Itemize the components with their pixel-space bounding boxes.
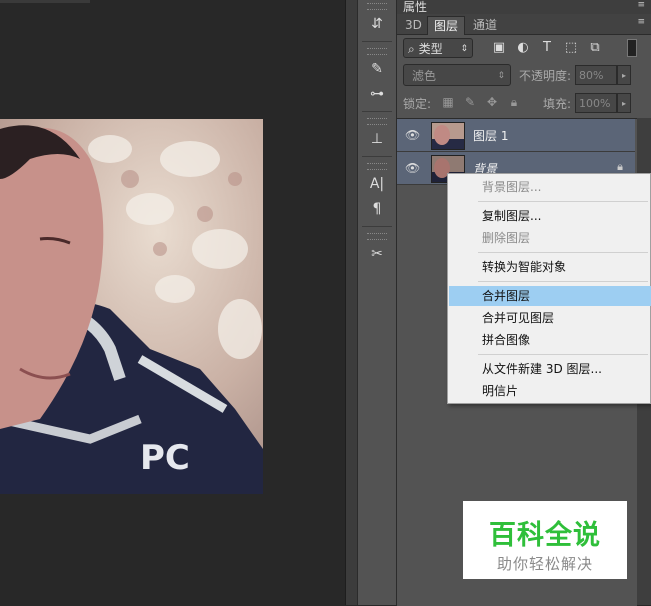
tab-channels[interactable]: 通道 (467, 16, 503, 34)
lock-position-icon[interactable]: ✥ (485, 95, 499, 109)
fill-dropdown-button[interactable]: ▸ (617, 93, 631, 113)
strip-separator (362, 111, 392, 112)
layers-panel-menu-icon[interactable]: ≡ (637, 17, 645, 27)
menu-item-delete-layer[interactable]: 删除图层 (449, 228, 651, 248)
menu-item-background-layer[interactable]: 背景图层... (449, 177, 651, 197)
properties-panel-header[interactable]: 属性 ≡ (397, 0, 651, 14)
fill-label: 填充: (543, 97, 572, 111)
brush-presets-icon[interactable]: ✎ (364, 58, 390, 80)
layers-tabbar: 3D 图层 通道 ≡ (397, 14, 651, 35)
menu-item-merge-layers[interactable]: 合并图层 (449, 286, 651, 306)
lock-icon: 🔒︎ (617, 160, 623, 173)
watermark-title: 百科全说 (489, 520, 601, 551)
svg-text:PC: PC (140, 438, 190, 478)
menu-item-merge-visible[interactable]: 合并可见图层 (449, 308, 651, 328)
panel-menu-icon[interactable]: ≡ (637, 0, 645, 10)
pixel-filter-icon[interactable]: ▣ (491, 40, 507, 56)
strip-grip[interactable] (367, 3, 387, 10)
strip-grip[interactable] (367, 48, 387, 55)
clone-source-icon[interactable]: ⊥ (364, 128, 390, 150)
watermark-logo: 百科全说 助你轻松解决 (463, 501, 627, 579)
strip-separator (362, 156, 392, 157)
paragraph-icon[interactable]: ¶ (364, 198, 390, 220)
menu-separator (478, 201, 648, 202)
menu-item-postcard[interactable]: 明信片 (449, 381, 651, 401)
document-tab-strip (0, 0, 90, 3)
tab-3d[interactable]: 3D (399, 16, 428, 34)
menu-item-duplicate-layer[interactable]: 复制图层... (449, 206, 651, 226)
menu-separator (478, 354, 648, 355)
strip-grip[interactable] (367, 118, 387, 125)
watermark-subtitle: 助你轻松解决 (496, 555, 593, 573)
history-icon[interactable]: ⇵ (364, 13, 390, 35)
lock-all-icon[interactable]: 🔒︎ (507, 95, 521, 109)
layer-context-menu: 背景图层... 复制图层... 删除图层 转换为智能对象 合并图层 合并可见图层… (447, 173, 651, 404)
strip-separator (362, 41, 392, 42)
opacity-dropdown-button[interactable]: ▸ (617, 65, 631, 85)
menu-item-convert-smart-object[interactable]: 转换为智能对象 (449, 257, 651, 277)
tool-presets-icon[interactable]: ✂ (364, 243, 390, 265)
layer-thumbnail (431, 122, 465, 150)
layer-filter-row: ⌕ 类型 ⇕ ▣ ◐ T ⬚ ⧉ (403, 38, 643, 58)
lock-image-icon[interactable]: ✎ (463, 95, 477, 109)
blend-mode-value: 滤色 (412, 69, 437, 83)
tab-layers[interactable]: 图层 (427, 16, 466, 35)
blend-row: 滤色 ⇕ 不透明度: 80% ▸ (403, 64, 643, 86)
document-canvas[interactable]: PC (0, 0, 345, 605)
strip-separator (362, 226, 392, 227)
tab-properties[interactable]: 属性 (403, 0, 427, 15)
shape-filter-icon[interactable]: ⬚ (563, 40, 579, 56)
adjustments-icon[interactable]: ⊶ (364, 83, 390, 105)
opacity-field[interactable]: 80% (575, 65, 617, 85)
kind-filter-value: 类型 (418, 42, 443, 56)
stepper-icon: ⇕ (497, 71, 505, 81)
smart-object-filter-icon[interactable]: ⧉ (587, 40, 603, 56)
menu-item-flatten-image[interactable]: 拼合图像 (449, 330, 651, 350)
layer-thumbnail-image (432, 123, 464, 149)
visibility-eye-icon[interactable]: 👁︎ (405, 128, 421, 142)
character-icon[interactable]: A| (364, 173, 390, 195)
lock-row: 锁定: ▦ ✎ ✥ 🔒︎ 填充: 100% ▸ (403, 92, 643, 114)
adjustment-filter-icon[interactable]: ◐ (515, 40, 531, 56)
menu-item-new-3d-layer[interactable]: 从文件新建 3D 图层... (449, 359, 651, 379)
type-filter-icon[interactable]: T (539, 40, 555, 56)
panel-icon-strip: ⇵ ✎ ⊶ ⊥ A| ¶ ✂ (357, 0, 397, 605)
menu-separator (478, 252, 648, 253)
fill-field[interactable]: 100% (575, 93, 617, 113)
stepper-icon: ⇕ (460, 44, 468, 54)
layer-name: 图层 1 (473, 129, 509, 143)
layer-row[interactable]: 👁︎ 图层 1 (397, 119, 635, 152)
search-icon: ⌕ (408, 42, 415, 56)
menu-separator (478, 281, 648, 282)
lock-transparent-icon[interactable]: ▦ (441, 95, 455, 109)
strip-grip[interactable] (367, 233, 387, 240)
photo-illustration: PC (0, 119, 263, 494)
strip-grip[interactable] (367, 163, 387, 170)
filter-toggle[interactable] (627, 39, 637, 57)
blend-mode-select[interactable]: 滤色 ⇕ (403, 64, 511, 86)
photo-image[interactable]: PC (0, 119, 263, 494)
opacity-label: 不透明度: (519, 69, 572, 83)
kind-filter-select[interactable]: ⌕ 类型 ⇕ (403, 38, 473, 58)
visibility-eye-icon[interactable]: 👁︎ (405, 161, 421, 175)
lock-label: 锁定: (403, 97, 432, 111)
